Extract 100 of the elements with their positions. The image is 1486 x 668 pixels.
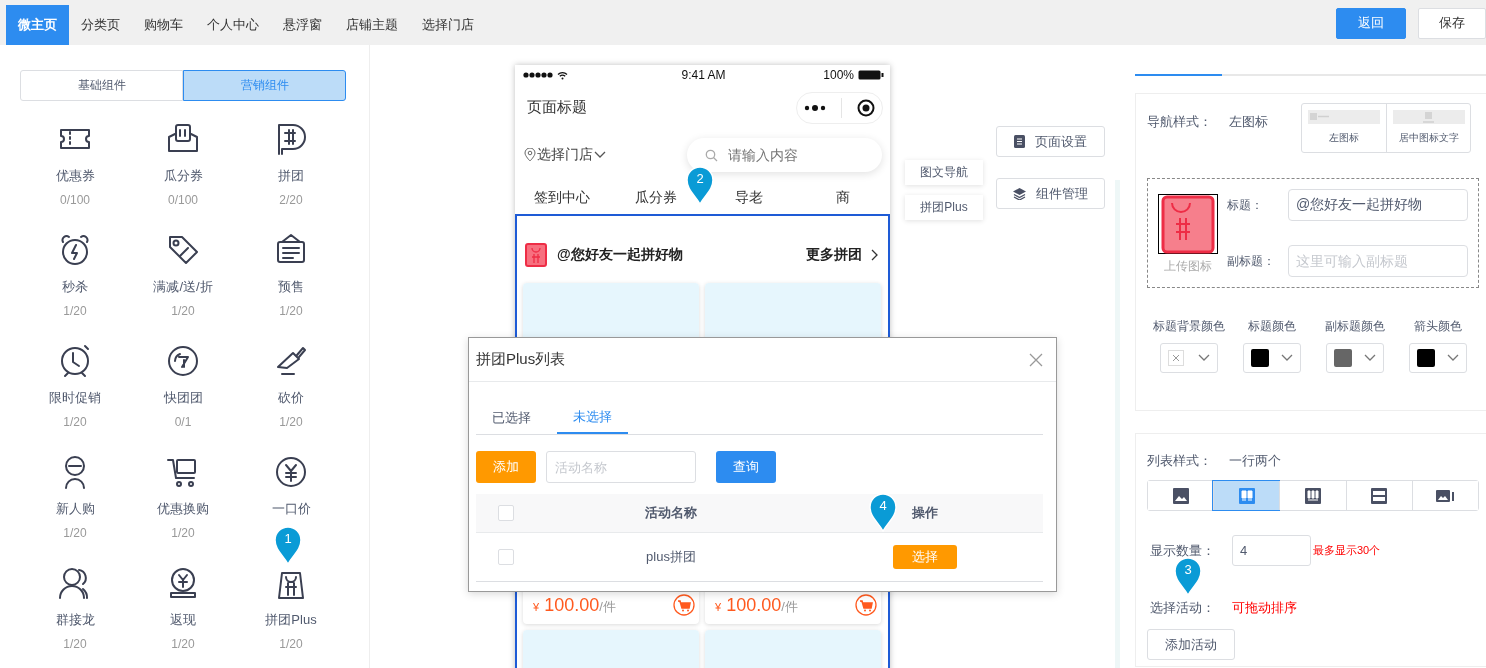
list-style-option[interactable] <box>1411 481 1478 510</box>
component-count: 1/20 <box>63 414 87 430</box>
add-activity-button[interactable]: 添加活动 <box>1147 629 1235 660</box>
nav-tab[interactable]: 导老 <box>735 189 764 205</box>
component-label: 优惠券 <box>55 167 95 185</box>
nav-tab[interactable]: 商 <box>836 189 851 205</box>
component-tab[interactable]: 基础组件 <box>20 70 183 101</box>
nav-style-option[interactable]: 左图标 <box>1302 104 1386 152</box>
store-selector[interactable]: 选择门店 <box>524 146 606 164</box>
list-rows-icon <box>1369 485 1390 506</box>
hint-text: 最多显示30个 <box>1313 543 1381 558</box>
component-count: 1/20 <box>171 636 195 652</box>
component-label: 秒杀 <box>62 278 88 296</box>
nav-tab[interactable]: 瓜分券 <box>634 189 677 205</box>
component-count: 1/20 <box>171 303 195 319</box>
dialog-title: 拼团Plus列表 <box>476 350 566 369</box>
component-label: 限时促销 <box>49 389 101 407</box>
dialog-tab[interactable]: 未选择 <box>557 402 628 434</box>
search-icon <box>705 148 718 162</box>
color-picker[interactable] <box>1159 343 1218 373</box>
color-picker[interactable] <box>1325 343 1384 373</box>
page-settings-button[interactable]: 页面设置 <box>996 126 1105 157</box>
component-count: 0/1 <box>174 414 192 430</box>
battery-icon <box>858 70 884 80</box>
wifi-icon <box>557 70 568 80</box>
chevron-down-icon <box>1197 354 1210 362</box>
dialog-tab[interactable]: 已选择 <box>476 402 547 434</box>
shopping-bag-icon <box>525 243 547 267</box>
table-cell-text: plus拼团 <box>645 548 697 566</box>
document-icon <box>1014 135 1025 148</box>
hint-text: 可拖动排序 <box>1232 599 1297 617</box>
field-label: 副标题： <box>1227 252 1276 270</box>
chevron-down-icon <box>594 151 606 159</box>
component-manager-button[interactable]: 组件管理 <box>996 178 1105 209</box>
step-marker-tooltip: 1 <box>273 525 303 565</box>
component-label: 拼团Plus <box>265 611 317 629</box>
count-input[interactable]: 4 <box>1232 535 1311 566</box>
empty-color-icon <box>1167 350 1184 366</box>
title-input[interactable]: @您好友一起拼好物 <box>1288 189 1468 221</box>
color-label: 标题背景颜色 <box>1152 318 1225 335</box>
nav-tab[interactable]: 签到中心 <box>533 189 590 205</box>
search-field[interactable]: 活动名称 <box>546 451 696 483</box>
more-link[interactable]: 更多拼团 <box>806 246 878 264</box>
page-tab[interactable]: 悬浮窗 <box>271 5 334 45</box>
step-marker-tooltip: 3 <box>1173 556 1203 596</box>
color-picker[interactable] <box>1408 343 1467 373</box>
field-label: 列表样式： <box>1147 452 1213 470</box>
status-time: 9:41 AM <box>681 68 726 82</box>
component-count: 1/20 <box>63 303 87 319</box>
color-label: 副标题颜色 <box>1324 318 1385 335</box>
close-icon[interactable] <box>1029 352 1043 367</box>
left-icon-preview <box>1308 110 1380 124</box>
list-style-option[interactable] <box>1213 481 1280 510</box>
component-count: 0/100 <box>168 192 198 208</box>
subtitle-input[interactable]: 这里可输入副标题 <box>1288 245 1468 277</box>
component-count: 2/20 <box>279 192 303 208</box>
layer-label[interactable]: 拼团Plus <box>905 195 983 220</box>
circle-icon[interactable] <box>165 343 201 379</box>
page-tab[interactable]: 选择门店 <box>410 5 486 45</box>
shopping-bag-icon[interactable] <box>1158 194 1218 254</box>
color-label: 箭头颜色 <box>1413 318 1462 335</box>
chevron-down-icon <box>1446 354 1459 362</box>
component-label: 返现 <box>170 611 196 629</box>
checkbox[interactable] <box>498 505 514 521</box>
page-tab[interactable]: 店铺主题 <box>334 5 410 45</box>
more-icon[interactable] <box>804 103 827 112</box>
component-label: 预售 <box>278 278 304 296</box>
component-count: 0/100 <box>60 192 90 208</box>
column-header: 操作 <box>911 504 938 522</box>
page-tab[interactable]: 个人中心 <box>195 5 271 45</box>
component-count: 1/20 <box>279 636 303 652</box>
chevron-down-icon <box>1363 354 1376 362</box>
list-style-switcher[interactable] <box>1147 480 1479 511</box>
two-column-icon <box>1236 485 1257 506</box>
layer-label[interactable]: 图文导航 <box>905 160 983 185</box>
search-input[interactable]: 请输入内容 <box>726 146 870 164</box>
component-label: 拼团 <box>278 167 304 185</box>
location-pin-icon <box>524 148 536 162</box>
battery-percent: 100% <box>823 68 854 82</box>
component-label: 满减/送/折 <box>153 278 213 296</box>
nav-style-option[interactable]: 居中图标文字 <box>1386 104 1470 152</box>
column-header: 活动名称 <box>644 504 698 522</box>
page-tab[interactable]: 购物车 <box>132 5 195 45</box>
picture-icon <box>1170 485 1191 506</box>
page-tab[interactable]: 分类页 <box>69 5 132 45</box>
field-label: 标题： <box>1227 196 1264 214</box>
save-button[interactable]: 保存 <box>1418 7 1486 39</box>
component-label: 快团团 <box>163 389 203 407</box>
checkbox[interactable] <box>498 549 514 565</box>
product-price: ¥ 100.00/件 <box>533 594 616 616</box>
component-label: 群接龙 <box>55 611 95 629</box>
component-label: 瓜分券 <box>163 167 203 185</box>
component-label: 砍价 <box>278 389 304 407</box>
step-marker-tooltip: 2 <box>685 165 715 205</box>
coin-icon[interactable] <box>273 454 309 490</box>
component-count: 1/20 <box>279 303 303 319</box>
color-picker[interactable] <box>1242 343 1301 373</box>
target-icon[interactable] <box>856 98 875 117</box>
component-count: 1/20 <box>171 525 195 541</box>
component-label: 一口价 <box>271 500 311 518</box>
